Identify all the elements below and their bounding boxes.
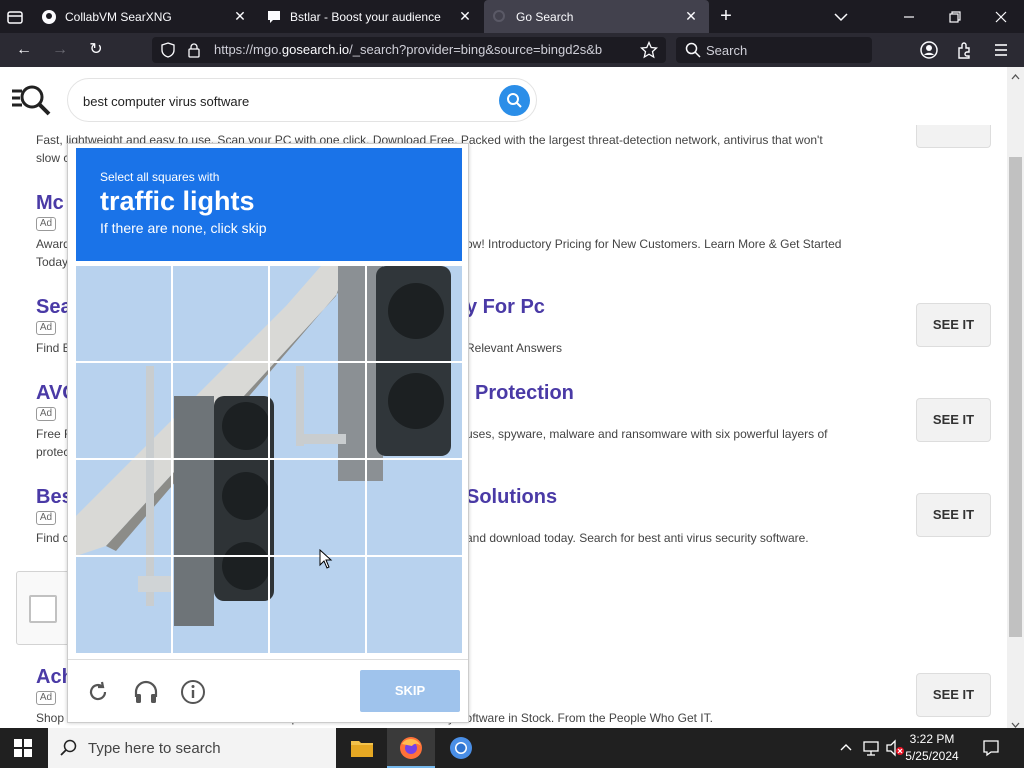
lock-icon[interactable] [186, 42, 202, 58]
ad-badge: Ad [36, 511, 56, 525]
windows-start-icon[interactable] [14, 739, 32, 757]
taskbar-search-placeholder: Type here to search [88, 739, 221, 757]
file-explorer-icon[interactable] [350, 738, 374, 758]
menu-icon[interactable] [991, 40, 1011, 60]
result-title[interactable]: y For Pc [466, 296, 545, 319]
ad-badge: Ad [36, 321, 56, 335]
reload-icon[interactable]: ↻ [85, 39, 107, 61]
tab-list-icon[interactable] [6, 8, 24, 26]
close-icon[interactable]: ✕ [232, 8, 248, 24]
search-input[interactable]: best computer virus software [67, 78, 537, 122]
tab-collabvm[interactable]: CollabVM SearXNG ✕ [33, 0, 258, 33]
info-icon[interactable] [180, 679, 206, 705]
result-snippet: slow c [36, 151, 70, 165]
browser-search-box[interactable]: Search [676, 37, 872, 63]
firefox-taskbar-button[interactable] [387, 728, 435, 768]
result-title[interactable]: Solutions [466, 486, 557, 509]
scroll-down-arrow-icon[interactable] [1011, 716, 1020, 728]
chevron-up-icon[interactable] [839, 741, 853, 755]
scroll-thumb[interactable] [1009, 157, 1022, 637]
see-it-button[interactable]: SEE IT [916, 398, 991, 442]
result-snippet: ow! Introductory Pricing for New Custome… [466, 237, 842, 251]
see-it-button[interactable]: SEE IT [916, 303, 991, 347]
close-window-icon[interactable] [992, 8, 1010, 26]
tab-bstlar[interactable]: Bstlar - Boost your audience ✕ [258, 0, 483, 33]
ad-badge: Ad [36, 691, 56, 705]
account-icon[interactable] [919, 40, 939, 60]
result-snippet: Today [36, 255, 69, 269]
windows-taskbar: Type here to search 3:22 PM 5/25/2024 [0, 728, 1024, 768]
tab-title: CollabVM SearXNG [65, 9, 172, 24]
reload-icon[interactable] [86, 680, 110, 704]
close-icon[interactable]: ✕ [457, 8, 473, 24]
clock-time: 3:22 PM [909, 732, 955, 746]
search-placeholder: Search [706, 42, 748, 58]
result-snippet: Find E [36, 341, 71, 355]
back-arrow-icon[interactable]: ← [13, 39, 35, 61]
taskbar-search-box[interactable]: Type here to search [48, 728, 336, 768]
page-scrollbar[interactable] [1007, 67, 1024, 728]
result-title[interactable]: Mc [36, 192, 64, 215]
star-icon[interactable] [639, 40, 659, 59]
github-icon [41, 9, 57, 25]
minimize-icon[interactable] [900, 8, 918, 26]
captcha-footer: SKIP [68, 659, 468, 723]
chevron-down-icon[interactable] [832, 8, 850, 26]
shield-icon[interactable] [160, 42, 176, 58]
search-query-text: best computer virus software [83, 94, 250, 109]
ad-badge: Ad [36, 407, 56, 421]
address-bar[interactable]: https://mgo.gosearch.io/_search?provider… [152, 37, 666, 63]
captcha-checkbox[interactable] [29, 595, 57, 623]
url-text[interactable]: https://mgo.gosearch.io/_search?provider… [214, 42, 634, 57]
result-title[interactable]: Protection [475, 382, 574, 405]
scroll-up-arrow-icon[interactable] [1011, 69, 1020, 80]
close-icon[interactable]: ✕ [683, 8, 699, 24]
mouse-cursor-icon [319, 548, 333, 569]
search-submit-button[interactable] [499, 85, 530, 116]
tab-title: Bstlar - Boost your audience [290, 9, 441, 24]
clock-date: 5/25/2024 [905, 749, 959, 763]
captcha-header: Select all squares with traffic lights I… [76, 148, 462, 261]
ad-badge: Ad [36, 217, 56, 231]
tab-title: Go Search [516, 9, 574, 24]
tab-go-search[interactable]: Go Search ✕ [484, 0, 709, 33]
grid-divider [76, 361, 462, 363]
result-snippet: Award [36, 237, 70, 251]
see-it-button[interactable]: SEE IT [916, 673, 991, 717]
captcha-hint: If there are none, click skip [100, 220, 267, 236]
firefox-icon [400, 737, 422, 759]
search-icon [60, 739, 78, 757]
captcha-instruction: Select all squares with [100, 170, 220, 184]
result-snippet: Relevant Answers [466, 341, 563, 355]
result-snippet: protec [36, 445, 70, 459]
see-it-button[interactable] [916, 125, 991, 148]
grid-divider [76, 555, 462, 557]
captcha-challenge: Select all squares with traffic lights I… [67, 143, 469, 723]
chrome-icon[interactable] [449, 736, 473, 760]
new-tab-icon[interactable]: + [716, 6, 736, 26]
notifications-icon[interactable] [982, 739, 1000, 757]
captcha-image-grid[interactable] [76, 266, 462, 653]
result-snippet: Find c [36, 531, 69, 545]
headphones-icon[interactable] [133, 679, 159, 705]
grid-divider [76, 458, 462, 460]
result-snippet: uses, spyware, malware and ransomware wi… [466, 427, 828, 441]
result-snippet: and download today. Search for best anti… [466, 531, 809, 545]
restore-icon[interactable] [946, 8, 964, 26]
forward-arrow-icon[interactable]: → [49, 39, 71, 61]
gosearch-icon [492, 9, 508, 25]
gosearch-logo-icon[interactable] [10, 83, 52, 117]
extensions-icon[interactable] [955, 40, 975, 60]
search-icon [507, 93, 522, 108]
captcha-target: traffic lights [100, 186, 255, 216]
network-icon[interactable] [862, 739, 880, 757]
skip-button[interactable]: SKIP [360, 670, 460, 712]
see-it-button[interactable]: SEE IT [916, 493, 991, 537]
search-icon [685, 42, 701, 58]
chat-icon [266, 9, 282, 25]
taskbar-clock[interactable]: 3:22 PM 5/25/2024 [900, 731, 964, 765]
tab-bar: CollabVM SearXNG ✕ Bstlar - Boost your a… [0, 0, 1024, 33]
